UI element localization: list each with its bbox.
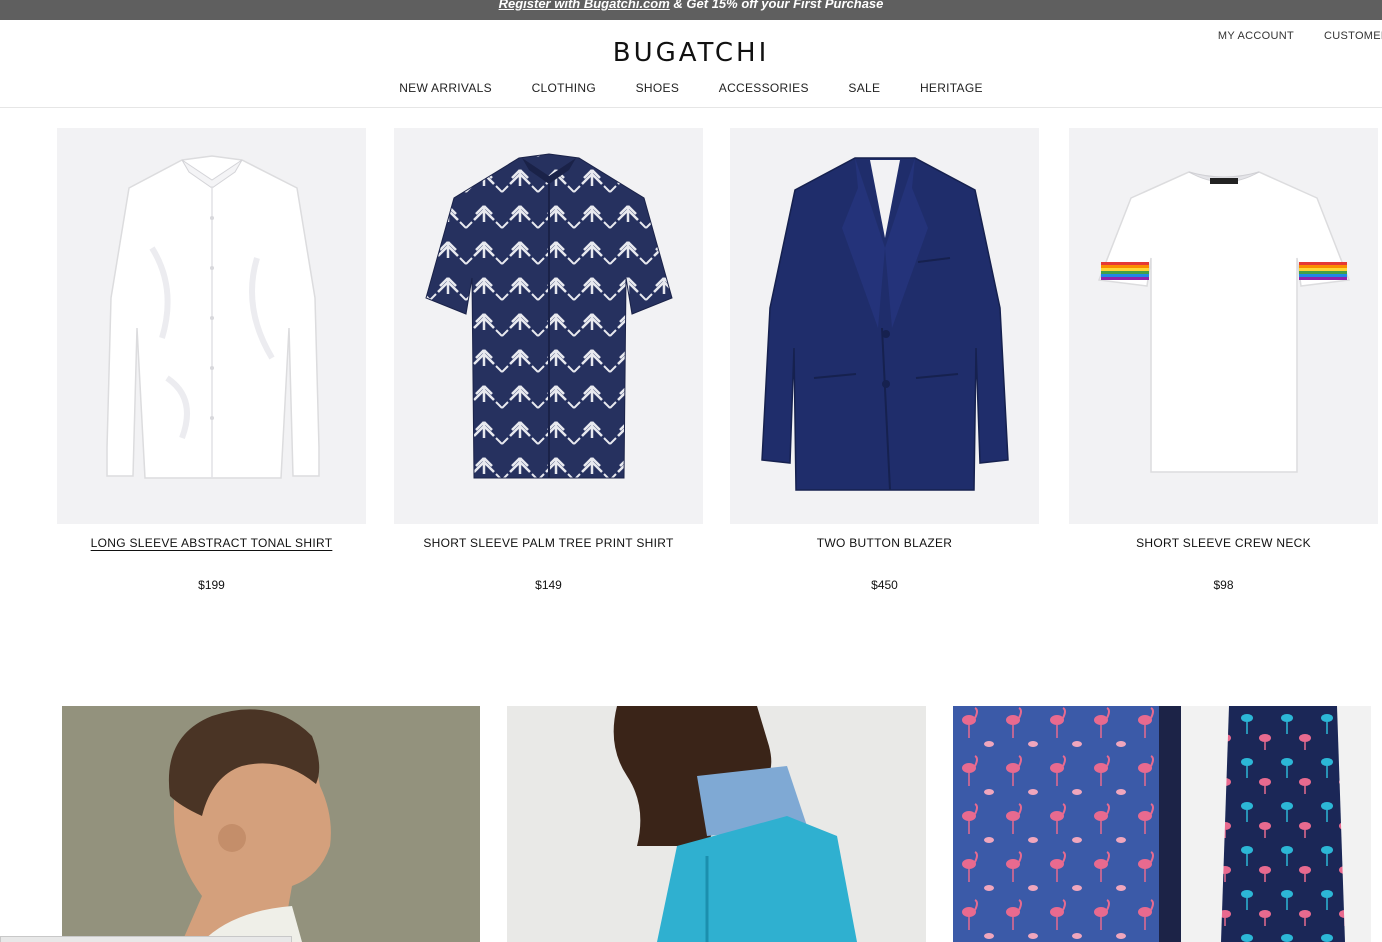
product-name[interactable]: TWO BUTTON BLAZER bbox=[730, 536, 1039, 550]
crew-neck-tee-image[interactable] bbox=[1069, 128, 1378, 524]
product-price: $149 bbox=[535, 578, 562, 592]
product-card[interactable]: TWO BUTTON BLAZER $450 bbox=[730, 128, 1039, 592]
product-price: $450 bbox=[871, 578, 898, 592]
nav-sale[interactable]: SALE bbox=[848, 81, 880, 95]
product-card[interactable]: LONG SLEEVE ABSTRACT TONAL SHIRT $199 bbox=[57, 128, 366, 592]
brand-logo[interactable]: BUGATCHI bbox=[0, 38, 1382, 68]
my-account-link[interactable]: MY ACCOUNT bbox=[1218, 30, 1294, 42]
palm-print-shirt-image[interactable] bbox=[394, 128, 703, 524]
site-header: BUGATCHI MY ACCOUNT CUSTOMER NEW ARRIVALS… bbox=[0, 20, 1382, 108]
nav-shoes[interactable]: SHOES bbox=[636, 81, 680, 95]
white-shirt-image[interactable] bbox=[57, 128, 366, 524]
customer-service-link[interactable]: CUSTOMER bbox=[1324, 30, 1382, 42]
nav-heritage[interactable]: HERITAGE bbox=[920, 81, 983, 95]
nav-accessories[interactable]: ACCESSORIES bbox=[719, 81, 809, 95]
product-name[interactable]: SHORT SLEEVE PALM TREE PRINT SHIRT bbox=[394, 536, 703, 550]
flamingo-tie-image[interactable] bbox=[953, 706, 1371, 942]
promo-banner: Register with Bugatchi.com & Get 15% off… bbox=[0, 0, 1382, 20]
product-price: $98 bbox=[1213, 578, 1234, 592]
utility-links: MY ACCOUNT CUSTOMER bbox=[1188, 30, 1382, 42]
navy-blazer-image[interactable] bbox=[730, 128, 1039, 524]
product-card[interactable]: SHORT SLEEVE PALM TREE PRINT SHIRT $149 bbox=[394, 128, 703, 592]
browser-status-bar bbox=[0, 936, 292, 942]
product-card[interactable]: SHORT SLEEVE CREW NECK $98 bbox=[1069, 128, 1378, 592]
model-portrait-image[interactable] bbox=[62, 706, 480, 942]
main-navigation: NEW ARRIVALS CLOTHING SHOES ACCESSORIES … bbox=[0, 81, 1382, 95]
product-name[interactable]: SHORT SLEEVE CREW NECK bbox=[1069, 536, 1378, 550]
promo-register-link[interactable]: Register with Bugatchi.com bbox=[499, 0, 670, 11]
nav-clothing[interactable]: CLOTHING bbox=[532, 81, 596, 95]
nav-new-arrivals[interactable]: NEW ARRIVALS bbox=[399, 81, 492, 95]
product-name[interactable]: LONG SLEEVE ABSTRACT TONAL SHIRT bbox=[57, 536, 366, 550]
product-price: $199 bbox=[198, 578, 225, 592]
promo-text: & Get 15% off your First Purchase bbox=[669, 0, 884, 11]
model-polo-image[interactable] bbox=[507, 706, 926, 942]
